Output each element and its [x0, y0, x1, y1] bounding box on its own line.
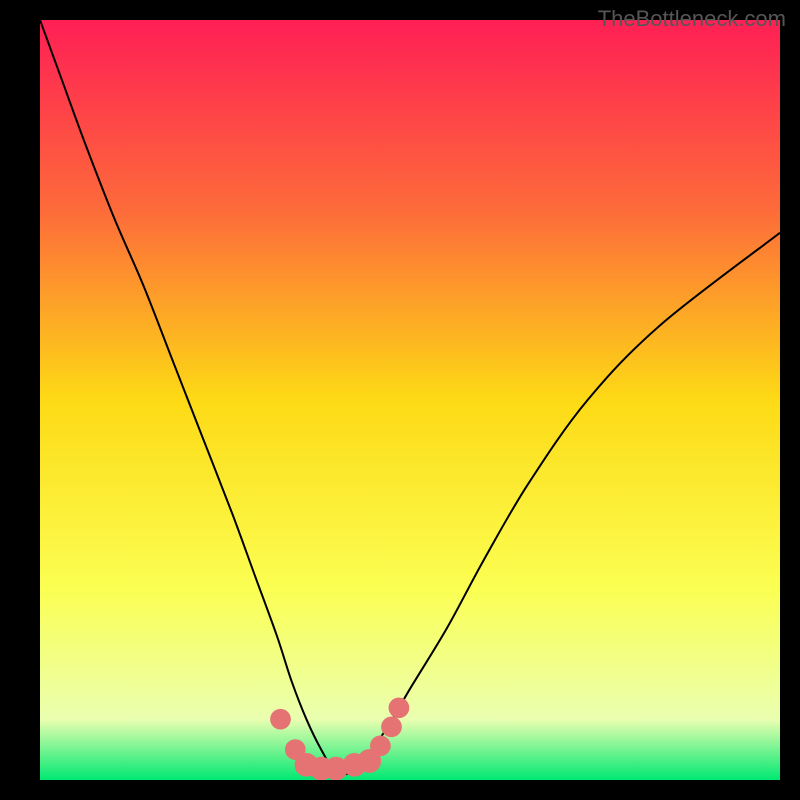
marker-dot	[270, 709, 291, 730]
bottleneck-chart	[40, 20, 780, 780]
chart-canvas	[40, 20, 780, 780]
chart-gradient-background	[40, 20, 780, 780]
marker-dot	[381, 716, 402, 737]
marker-dot	[389, 697, 410, 718]
marker-dot	[370, 735, 391, 756]
watermark-text: TheBottleneck.com	[598, 6, 786, 32]
